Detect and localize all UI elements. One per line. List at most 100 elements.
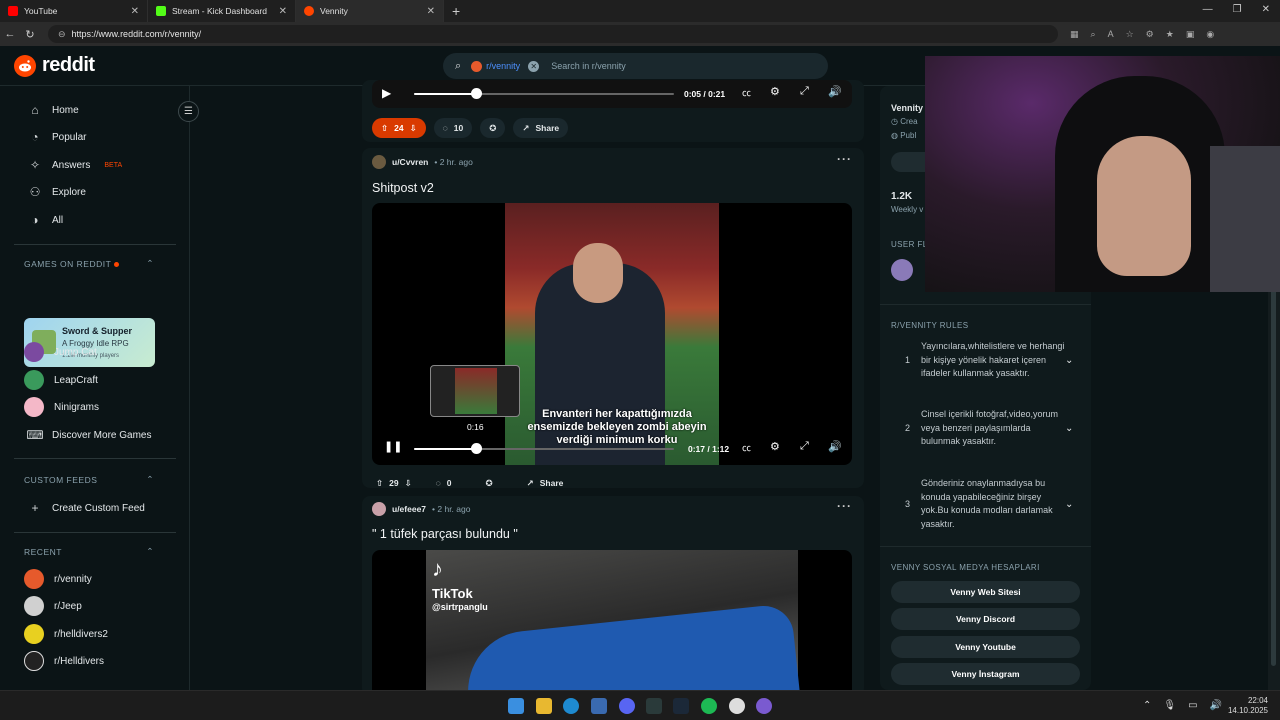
comments-button[interactable]: ◌ 10: [433, 118, 473, 138]
app-icon[interactable]: [591, 698, 607, 714]
custom-feeds-header[interactable]: CUSTOM FEEDS ⌃: [24, 474, 154, 485]
video-progress-knob[interactable]: [471, 88, 483, 99]
award-button[interactable]: ✪: [476, 473, 503, 493]
sidebar-item-ninigrams[interactable]: Ninigrams: [24, 397, 99, 417]
chevron-up-icon[interactable]: ⌃: [146, 474, 154, 485]
video-player[interactable]: ▶ 0:05 / 0:21 ㏄ ⚙ ⤢ 🔊: [372, 80, 852, 108]
video-player[interactable]: 0:16 Envanteri her kapattığımızda ensemi…: [372, 203, 852, 465]
downvote-icon[interactable]: ⇩: [410, 123, 417, 134]
sidebar-item-answers[interactable]: ✧ Answers BETA: [28, 158, 122, 172]
post-card[interactable]: u/efeee7 • 2 hr. ago ··· " 1 tüfek parça…: [362, 496, 864, 690]
post-author[interactable]: u/efeee7: [392, 504, 426, 514]
extensions-icon[interactable]: ⚙: [1146, 29, 1154, 40]
steam-icon[interactable]: [673, 698, 689, 714]
file-explorer-icon[interactable]: [536, 698, 552, 714]
tab-youtube[interactable]: YouTube ✕: [0, 0, 148, 22]
recent-header[interactable]: RECENT ⌃: [24, 546, 154, 557]
video-player[interactable]: ♪ TikTok @sirtrpanglu: [372, 550, 852, 690]
captions-icon[interactable]: ㏄: [742, 86, 751, 99]
clock[interactable]: 22:04 14.10.2025: [1228, 696, 1268, 716]
post-title[interactable]: Shitpost v2: [372, 181, 434, 195]
create-custom-feed-button[interactable]: + Create Custom Feed: [28, 501, 144, 515]
captions-icon[interactable]: ㏄: [742, 441, 751, 454]
collections-icon[interactable]: ▣: [1186, 29, 1195, 40]
social-link-discord[interactable]: Venny Discord: [891, 608, 1080, 630]
volume-icon[interactable]: 🔊: [828, 85, 842, 98]
close-icon[interactable]: ✕: [131, 6, 139, 17]
sidebar-item-home[interactable]: ⌂ Home: [28, 103, 78, 117]
maximize-icon[interactable]: ❐: [1233, 4, 1242, 15]
share-button[interactable]: ↗ Share: [517, 473, 574, 493]
terminal-icon[interactable]: [646, 698, 662, 714]
collapse-sidebar-button[interactable]: ☰: [178, 101, 199, 122]
sidebar-item-discover-games[interactable]: ⌨ Discover More Games: [26, 428, 151, 442]
upvote-icon[interactable]: ⇧: [376, 478, 383, 489]
edge-icon[interactable]: [563, 698, 579, 714]
recent-item-helldivers2[interactable]: r/helldivers2: [24, 624, 108, 644]
recent-item-helldivers[interactable]: r/Helldivers: [24, 651, 104, 671]
network-icon[interactable]: ▭: [1188, 700, 1197, 711]
pause-icon[interactable]: ❚❚: [384, 440, 402, 453]
chevron-down-icon[interactable]: ⌄: [1065, 355, 1081, 366]
community-chip[interactable]: r/vennity ✕: [471, 60, 540, 72]
vote-control[interactable]: ⇧ 24 ⇩: [372, 118, 426, 138]
award-button[interactable]: ✪: [480, 118, 506, 138]
volume-icon[interactable]: 🔊: [1210, 700, 1222, 711]
obs-icon[interactable]: [729, 698, 745, 714]
microphone-icon[interactable]: 🎙: [1163, 700, 1176, 711]
favorites-bar-icon[interactable]: ★: [1166, 29, 1174, 40]
close-window-icon[interactable]: ✕: [1262, 4, 1270, 15]
sidebar-item-leapcraft[interactable]: LeapCraft: [24, 370, 98, 390]
tab-vennity[interactable]: Vennity ✕: [296, 0, 444, 22]
post-card[interactable]: ▶ 0:05 / 0:21 ㏄ ⚙ ⤢ 🔊 ⇧ 24 ⇩ ◌ 10 ✪ ↗ Sh…: [362, 80, 864, 142]
minimize-icon[interactable]: —: [1203, 4, 1213, 15]
reload-icon[interactable]: ↻: [20, 28, 40, 41]
zoom-icon[interactable]: ⌕: [1091, 29, 1096, 40]
social-link-youtube[interactable]: Venny Youtube: [891, 636, 1080, 658]
upvote-icon[interactable]: ⇧: [381, 123, 388, 134]
more-options-icon[interactable]: ···: [837, 499, 852, 513]
recent-item-jeep[interactable]: r/Jeep: [24, 596, 82, 616]
fullscreen-icon[interactable]: ⤢: [800, 440, 809, 453]
discord-icon[interactable]: [619, 698, 635, 714]
games-section-header[interactable]: GAMES ON REDDIT ⌃: [24, 258, 154, 269]
social-link-instagram[interactable]: Venny İnstagram: [891, 663, 1080, 685]
post-card[interactable]: u/Cvvren • 2 hr. ago ··· Shitpost v2 0:1…: [362, 148, 864, 488]
tab-kick[interactable]: Stream - Kick Dashboard ✕: [148, 0, 296, 22]
post-title[interactable]: " 1 tüfek parçası bulundu ": [372, 527, 518, 541]
volume-icon[interactable]: 🔊: [828, 440, 842, 453]
social-link-website[interactable]: Venny Web Sitesi: [891, 581, 1080, 603]
chevron-up-icon[interactable]: ⌃: [146, 546, 154, 557]
apps-icon[interactable]: ▦: [1070, 29, 1079, 40]
clear-chip-icon[interactable]: ✕: [528, 60, 540, 72]
search-input[interactable]: ⌕ r/vennity ✕ Search in r/vennity: [443, 53, 828, 79]
chevron-down-icon[interactable]: ⌄: [1065, 423, 1081, 434]
share-button[interactable]: ↗ Share: [513, 118, 569, 138]
rule-item[interactable]: 3 Gönderiniz onaylanmadıysa bu konuda ya…: [891, 477, 1081, 531]
comments-button[interactable]: ◌ 0: [426, 473, 462, 493]
sidebar-item-all[interactable]: ◑ All: [28, 213, 63, 227]
fullscreen-icon[interactable]: ⤢: [800, 85, 809, 98]
scrollbar-thumb[interactable]: [1271, 286, 1276, 666]
vote-control[interactable]: ⇧ 29 ⇩: [376, 473, 412, 493]
start-icon[interactable]: [508, 698, 524, 714]
more-options-icon[interactable]: ···: [837, 152, 852, 166]
close-icon[interactable]: ✕: [279, 6, 287, 17]
downvote-icon[interactable]: ⇩: [405, 478, 412, 489]
chevron-up-icon[interactable]: ⌃: [146, 258, 154, 269]
spotify-icon[interactable]: [701, 698, 717, 714]
post-author[interactable]: u/Cvvren: [392, 157, 428, 167]
reddit-logo[interactable]: reddit: [14, 54, 95, 77]
settings-icon[interactable]: ⚙: [770, 440, 780, 453]
sidebar-item-explore[interactable]: ⚇ Explore: [28, 185, 86, 199]
sidebar-item-popular[interactable]: ◔ Popular: [28, 130, 86, 144]
chevron-down-icon[interactable]: ⌄: [1065, 499, 1081, 510]
rule-item[interactable]: 2 Cinsel içerikli fotoğraf,video,yorum v…: [891, 408, 1081, 449]
back-icon[interactable]: ←: [0, 28, 20, 40]
sidebar-item-jump-cat[interactable]: Jump Cat: [24, 342, 97, 362]
play-icon[interactable]: ▶: [382, 86, 391, 100]
app-icon[interactable]: [756, 698, 772, 714]
rule-item[interactable]: 1 Yayıncılara,whitelistlere ve herhangi …: [891, 340, 1081, 381]
close-icon[interactable]: ✕: [427, 6, 435, 17]
settings-icon[interactable]: ⚙: [770, 85, 780, 98]
